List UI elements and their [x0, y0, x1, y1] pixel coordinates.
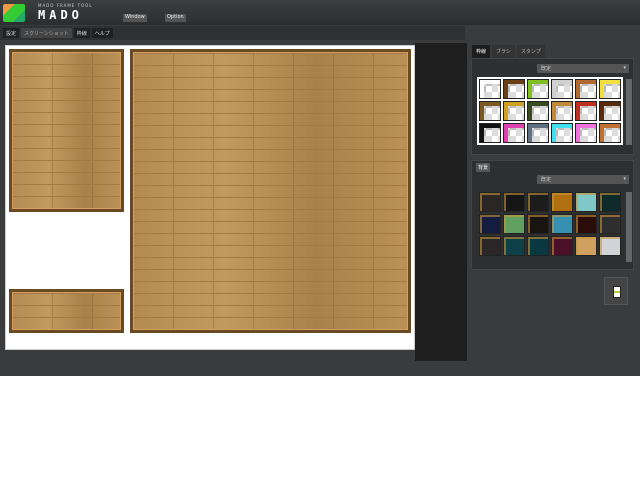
- frame-swatch[interactable]: [599, 101, 621, 121]
- frame-select-value: 既定: [541, 66, 552, 72]
- frame-scrollbar[interactable]: [626, 79, 632, 145]
- background-swatch[interactable]: [551, 236, 573, 256]
- frame-style-select[interactable]: 既定 ▾: [537, 64, 629, 73]
- frame-swatch[interactable]: [479, 79, 501, 99]
- background-swatch[interactable]: [599, 192, 621, 212]
- background-swatch[interactable]: [527, 214, 549, 234]
- main-tabs: 設定 スクリーンショット 枠線 ヘルプ: [0, 26, 465, 40]
- frame-swatch[interactable]: [527, 101, 549, 121]
- header-button-window[interactable]: Window: [123, 14, 147, 22]
- background-style-select[interactable]: 既定 ▾: [537, 175, 629, 184]
- background-swatch[interactable]: [479, 214, 501, 234]
- frame-swatch[interactable]: [503, 123, 525, 143]
- frame-swatch[interactable]: [479, 123, 501, 143]
- frame-swatch[interactable]: [551, 79, 573, 99]
- background-swatch[interactable]: [503, 214, 525, 234]
- frame-swatch-grid: [477, 77, 623, 145]
- background-swatch[interactable]: [479, 192, 501, 212]
- frame-swatch[interactable]: [575, 101, 597, 121]
- chevron-down-icon: ▾: [623, 176, 626, 182]
- header: MADO FRAME TOOL MADO Window Option: [0, 0, 640, 25]
- header-button-option[interactable]: Option: [165, 14, 186, 22]
- preview-image[interactable]: [5, 45, 415, 350]
- background-swatch[interactable]: [599, 214, 621, 234]
- tab-settings[interactable]: 設定: [3, 28, 20, 38]
- frame-swatch[interactable]: [527, 123, 549, 143]
- wood-frame-top-left: [9, 49, 124, 212]
- background-swatch[interactable]: [527, 192, 549, 212]
- frame-swatch[interactable]: [575, 79, 597, 99]
- tab-help[interactable]: ヘルプ: [91, 28, 113, 38]
- background-swatch[interactable]: [527, 236, 549, 256]
- frame-swatch[interactable]: [575, 123, 597, 143]
- apply-button[interactable]: [604, 277, 628, 305]
- frame-swatch[interactable]: [599, 79, 621, 99]
- background-swatch[interactable]: [551, 214, 573, 234]
- frame-swatch[interactable]: [479, 101, 501, 121]
- frame-swatch[interactable]: [599, 123, 621, 143]
- background-swatch[interactable]: [575, 236, 597, 256]
- background-swatch[interactable]: [479, 236, 501, 256]
- panel-tab-brush[interactable]: ブラシ: [492, 45, 515, 58]
- frame-swatch[interactable]: [503, 101, 525, 121]
- background-swatch[interactable]: [503, 236, 525, 256]
- tab-frame[interactable]: 枠線: [73, 28, 90, 38]
- background-scrollbar[interactable]: [626, 192, 632, 262]
- frame-swatch[interactable]: [551, 101, 573, 121]
- background-swatch[interactable]: [599, 236, 621, 256]
- panel-tab-frame[interactable]: 枠線: [472, 45, 491, 58]
- brand-logo: MADO: [38, 8, 83, 22]
- background-section-label: 背景: [476, 163, 491, 172]
- logo-icon: [3, 4, 25, 22]
- frame-swatch[interactable]: [527, 79, 549, 99]
- chevron-down-icon: ▾: [623, 65, 626, 71]
- layers-icon: [613, 286, 621, 298]
- background-swatch-grid: [477, 190, 623, 258]
- background-swatch[interactable]: [503, 192, 525, 212]
- background-swatch[interactable]: [575, 192, 597, 212]
- panel-tab-stamp[interactable]: スタンプ: [516, 45, 545, 58]
- background-swatch[interactable]: [575, 214, 597, 234]
- frame-swatch[interactable]: [503, 79, 525, 99]
- wood-frame-main: [130, 49, 411, 333]
- bg-select-value: 既定: [541, 177, 552, 183]
- canvas-background: [415, 43, 467, 361]
- wood-frame-bottom-left: [9, 289, 124, 333]
- tab-screenshot[interactable]: スクリーンショット: [21, 28, 72, 38]
- app-window: MADO FRAME TOOL MADO Window Option 設定 スク…: [0, 0, 640, 376]
- frame-swatch[interactable]: [551, 123, 573, 143]
- background-swatch[interactable]: [551, 192, 573, 212]
